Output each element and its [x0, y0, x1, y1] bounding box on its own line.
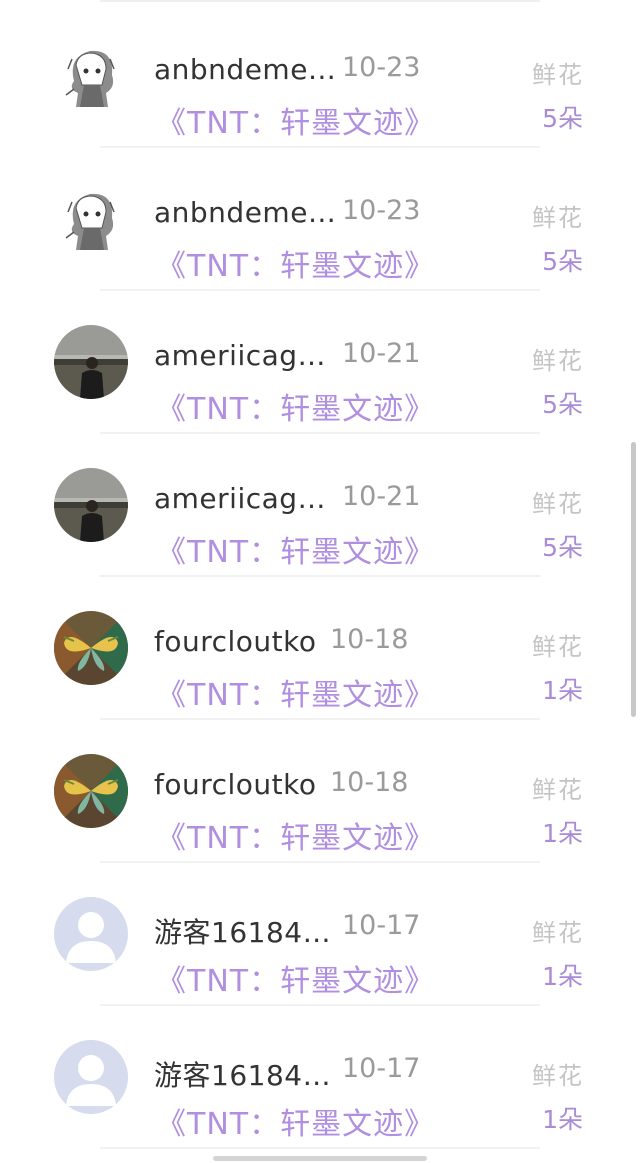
avatar[interactable] [54, 611, 128, 685]
list-item[interactable]: ameriicag… 10-21 鲜花 《TNT：轩墨文迹》 5朵 [0, 434, 640, 577]
book-title-link[interactable]: 《TNT：轩墨文迹》 [156, 1099, 435, 1143]
landscape-person-avatar-icon [54, 468, 128, 542]
date: 10-17 [342, 1053, 421, 1084]
top-divider [100, 0, 540, 2]
date: 10-21 [342, 481, 421, 512]
gift-type-label: 鲜花 [532, 776, 584, 804]
gift-type-label: 鲜花 [532, 347, 584, 375]
avatar[interactable] [54, 325, 128, 399]
avatar[interactable] [54, 897, 128, 971]
divider [100, 1147, 540, 1149]
gift-count: 1朵 [542, 962, 583, 991]
default-user-avatar-icon [54, 897, 128, 971]
sketch-girl-avatar-icon [54, 39, 128, 113]
username[interactable]: anbndeme… [154, 196, 336, 229]
list-item[interactable]: fourcloutko 10-18 鲜花 《TNT：轩墨文迹》 1朵 [0, 577, 640, 720]
book-title-link[interactable]: 《TNT：轩墨文迹》 [156, 98, 435, 142]
avatar[interactable] [54, 468, 128, 542]
book-title-link[interactable]: 《TNT：轩墨文迹》 [156, 956, 435, 1000]
avatar[interactable] [54, 182, 128, 256]
list-item[interactable]: ameriicag… 10-21 鲜花 《TNT：轩墨文迹》 5朵 [0, 291, 640, 434]
gift-count: 5朵 [542, 247, 583, 276]
gift-count: 1朵 [542, 1105, 583, 1134]
gift-type-label: 鲜花 [532, 204, 584, 232]
sketch-girl-avatar-icon [54, 182, 128, 256]
butterfly-avatar-icon [54, 611, 128, 685]
avatar[interactable] [54, 1040, 128, 1114]
username[interactable]: fourcloutko [154, 625, 317, 658]
username[interactable]: ameriicag… [154, 339, 326, 372]
list-item[interactable]: fourcloutko 10-18 鲜花 《TNT：轩墨文迹》 1朵 [0, 720, 640, 863]
username[interactable]: ameriicag… [154, 482, 326, 515]
gift-type-label: 鲜花 [532, 919, 584, 947]
gift-type-label: 鲜花 [532, 1062, 584, 1090]
list-item[interactable]: 游客16184… 10-17 鲜花 《TNT：轩墨文迹》 1朵 [0, 1006, 640, 1149]
date: 10-18 [330, 767, 409, 798]
gift-count: 5朵 [542, 390, 583, 419]
avatar[interactable] [54, 39, 128, 113]
butterfly-avatar-icon [54, 754, 128, 828]
home-indicator[interactable] [213, 1156, 427, 1161]
username[interactable]: anbndeme… [154, 53, 336, 86]
date: 10-21 [342, 338, 421, 369]
book-title-link[interactable]: 《TNT：轩墨文迹》 [156, 527, 435, 571]
list-item[interactable]: 游客16184… 10-17 鲜花 《TNT：轩墨文迹》 1朵 [0, 863, 640, 1006]
list-item[interactable]: anbndeme… 10-23 鲜花 《TNT：轩墨文迹》 5朵 [0, 5, 640, 148]
username[interactable]: fourcloutko [154, 768, 317, 801]
default-user-avatar-icon [54, 1040, 128, 1114]
date: 10-18 [330, 624, 409, 655]
book-title-link[interactable]: 《TNT：轩墨文迹》 [156, 813, 435, 857]
book-title-link[interactable]: 《TNT：轩墨文迹》 [156, 384, 435, 428]
date: 10-23 [342, 52, 421, 83]
landscape-person-avatar-icon [54, 325, 128, 399]
book-title-link[interactable]: 《TNT：轩墨文迹》 [156, 670, 435, 714]
gift-type-label: 鲜花 [532, 490, 584, 518]
username[interactable]: 游客16184… [154, 1054, 331, 1094]
avatar[interactable] [54, 754, 128, 828]
gift-type-label: 鲜花 [532, 61, 584, 89]
gift-count: 5朵 [542, 104, 583, 133]
book-title-link[interactable]: 《TNT：轩墨文迹》 [156, 241, 435, 285]
username[interactable]: 游客16184… [154, 911, 331, 951]
date: 10-23 [342, 195, 421, 226]
gift-count: 1朵 [542, 676, 583, 705]
list-item[interactable]: anbndeme… 10-23 鲜花 《TNT：轩墨文迹》 5朵 [0, 148, 640, 291]
gift-count: 1朵 [542, 819, 583, 848]
gift-type-label: 鲜花 [532, 633, 584, 661]
gift-count: 5朵 [542, 533, 583, 562]
date: 10-17 [342, 910, 421, 941]
scrollbar[interactable] [631, 442, 636, 717]
